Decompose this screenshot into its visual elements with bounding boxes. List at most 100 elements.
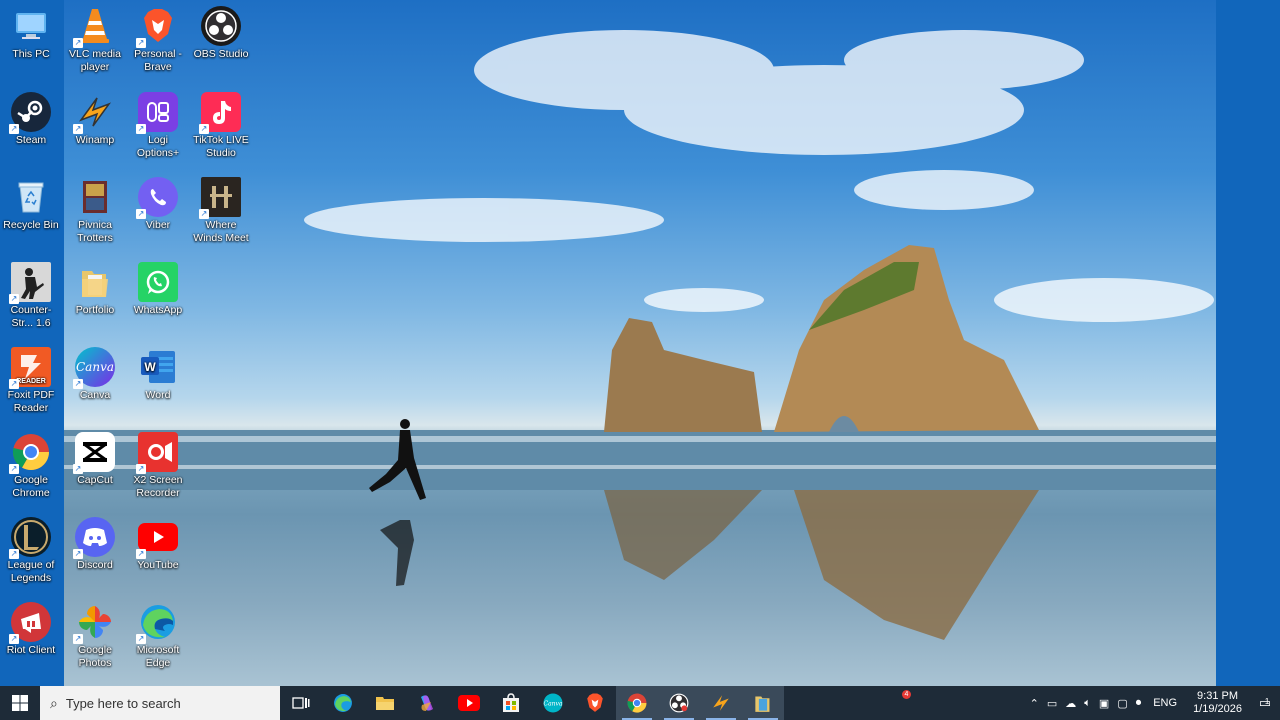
edge-icon — [334, 694, 352, 712]
google-photos-icon: ↗ — [73, 602, 115, 644]
desktop-icon-league-of-legends[interactable]: ↗ League of Legends — [0, 517, 62, 585]
desktop-icon-capcut[interactable]: ↗ CapCut — [64, 432, 126, 487]
icon-label: Google Photos — [78, 644, 112, 669]
desktop-icon-google-photos[interactable]: ↗ Google Photos — [64, 602, 126, 670]
tray-network-icon[interactable]: ▣ — [1095, 697, 1113, 710]
brave-icon — [587, 693, 603, 712]
clock-date: 1/19/2026 — [1193, 703, 1242, 715]
desktop-icon-riot-client[interactable]: ↗ Riot Client — [0, 602, 62, 657]
shortcut-arrow-icon: ↗ — [136, 209, 146, 219]
desktop-icon-tiktok-live-studio[interactable]: ↗ TikTok LIVE Studio — [190, 92, 252, 160]
desktop-icon-viber[interactable]: ↗ Viber — [127, 177, 189, 232]
desktop-icon-canva[interactable]: Canva ↗ Canva — [64, 347, 126, 402]
taskbar-edge[interactable] — [322, 686, 364, 720]
desktop-icon-foxit-pdf-reader[interactable]: READER ↗ Foxit PDF Reader — [0, 347, 62, 415]
notification-icon: ▭ 1 — [1258, 695, 1272, 710]
shortcut-arrow-icon: ↗ — [73, 38, 83, 48]
shortcut-arrow-icon: ↗ — [73, 549, 83, 559]
desktop-icon-pivnica-trotters[interactable]: Pivnica Trotters — [64, 177, 126, 245]
counter-strike-icon: ↗ — [9, 262, 51, 304]
language-indicator[interactable]: ENG — [1145, 697, 1185, 709]
taskbar-brave[interactable] — [574, 686, 616, 720]
notification-count: 1 — [1264, 697, 1270, 706]
icon-label: Counter-Str... 1.6 — [10, 304, 52, 329]
desktop-icon-winamp[interactable]: ↗ Winamp — [64, 92, 126, 147]
clock-time: 9:31 PM — [1197, 690, 1239, 702]
file-explorer-icon — [376, 697, 394, 710]
canva-icon: Canva ↗ — [73, 347, 115, 389]
taskbar-microsoft-store[interactable] — [490, 686, 532, 720]
desktop-icon-personal-brave[interactable]: ↗ Personal - Brave — [127, 6, 189, 74]
desktop-icon-whatsapp[interactable]: WhatsApp — [127, 262, 189, 317]
obs-studio-icon — [669, 693, 689, 713]
system-tray: ⌃ ▭ ☁ 🔈︎ ▣ ▢ ⏺︎ ENG 9:31 PM 1/19/2026 ▭ 1 — [1026, 686, 1280, 720]
x2-screen-recorder-icon: ↗ — [136, 432, 178, 474]
capcut-icon: ↗ — [73, 432, 115, 474]
shortcut-arrow-icon: ↗ — [9, 124, 19, 134]
tray-onedrive-icon[interactable]: ☁ — [1061, 697, 1080, 710]
taskbar-folder[interactable] — [742, 686, 784, 720]
recycle-bin-icon — [11, 177, 51, 217]
desktop-icon-obs-studio[interactable]: OBS Studio — [190, 6, 252, 61]
task-view-button[interactable] — [280, 686, 322, 720]
tray-display-icon[interactable]: ▢ — [1113, 697, 1131, 710]
viber-icon: ↗ — [136, 177, 178, 219]
icon-label: League of Legends — [7, 559, 55, 584]
shortcut-arrow-icon: ↗ — [73, 634, 83, 644]
desktop-icon-vlc[interactable]: ↗ VLC media player — [64, 6, 126, 74]
desktop-icon-logi-options[interactable]: ↗ Logi Options+ — [127, 92, 189, 160]
microsoft-store-icon — [503, 693, 519, 712]
taskbar-canva[interactable]: Canva — [532, 686, 574, 720]
notification-center-button[interactable]: ▭ 1 — [1250, 695, 1280, 711]
taskbar-obs-studio[interactable] — [658, 686, 700, 720]
tray-volume-icon[interactable]: 🔈︎ — [1080, 697, 1095, 710]
tiktok-live-studio-icon: ↗ — [199, 92, 241, 134]
desktop-icon-word[interactable]: W Word — [127, 347, 189, 402]
taskbar-chrome[interactable] — [616, 686, 658, 720]
chrome-icon — [627, 693, 647, 713]
desktop-icon-where-winds-meet[interactable]: ↗ Where Winds Meet — [190, 177, 252, 245]
icon-label: VLC media player — [69, 48, 121, 73]
clock[interactable]: 9:31 PM 1/19/2026 — [1185, 690, 1250, 716]
icon-label: X2 Screen Recorder — [133, 474, 183, 499]
notification-badge: 4 — [902, 690, 911, 699]
desktop-icon-portfolio[interactable]: Portfolio — [64, 262, 126, 317]
taskbar-youtube[interactable] — [448, 686, 490, 720]
league-of-legends-icon: ↗ — [9, 517, 51, 559]
svg-text:Canva: Canva — [544, 701, 563, 708]
shortcut-arrow-icon: ↗ — [199, 124, 209, 134]
desktop-icon-youtube[interactable]: ↗ YouTube — [127, 517, 189, 572]
taskbar-file-explorer[interactable] — [364, 686, 406, 720]
shortcut-arrow-icon: ↗ — [9, 549, 19, 559]
taskbar-winamp[interactable] — [700, 686, 742, 720]
tray-overflow-chevron-icon[interactable]: ⌃ — [1026, 697, 1043, 710]
desktop-icon-x2-screen-recorder[interactable]: ↗ X2 Screen Recorder — [127, 432, 189, 500]
search-box[interactable]: ⌕ Type here to search — [40, 686, 280, 720]
shortcut-arrow-icon: ↗ — [73, 464, 83, 474]
tray-battery-icon[interactable]: ▭ — [1043, 697, 1061, 710]
tray-microphone-icon[interactable]: ⏺︎ — [1132, 697, 1146, 710]
edge-icon: ↗ — [136, 602, 178, 644]
taskbar-copilot[interactable] — [406, 686, 448, 720]
icon-label: Microsoft Edge — [136, 644, 180, 669]
icon-label: Logi Options+ — [136, 134, 180, 159]
shortcut-arrow-icon: ↗ — [73, 379, 83, 389]
desktop-icon-recycle-bin[interactable]: Recycle Bin — [0, 177, 62, 232]
icon-label: TikTok LIVE Studio — [193, 134, 249, 159]
desktop-icon-discord[interactable]: ↗ Discord — [64, 517, 126, 572]
steam-icon: ↗ — [9, 92, 51, 134]
desktop-icon-steam[interactable]: ↗ Steam — [0, 92, 62, 147]
desktop-icon-counter-strike[interactable]: ↗ Counter-Str... 1.6 — [0, 262, 62, 330]
winamp-icon — [713, 695, 729, 711]
icon-label: OBS Studio — [193, 48, 249, 60]
shortcut-arrow-icon: ↗ — [9, 634, 19, 644]
icon-label: Recycle Bin — [3, 219, 59, 231]
this-pc-icon — [11, 6, 51, 46]
desktop-icon-microsoft-edge[interactable]: ↗ Microsoft Edge — [127, 602, 189, 670]
winamp-icon: ↗ — [73, 92, 115, 134]
icon-label: Viber — [145, 219, 171, 231]
start-button[interactable] — [0, 686, 40, 720]
shortcut-arrow-icon: ↗ — [9, 464, 19, 474]
desktop-icon-google-chrome[interactable]: ↗ Google Chrome — [0, 432, 62, 500]
desktop-icon-this-pc[interactable]: This PC — [0, 6, 62, 61]
